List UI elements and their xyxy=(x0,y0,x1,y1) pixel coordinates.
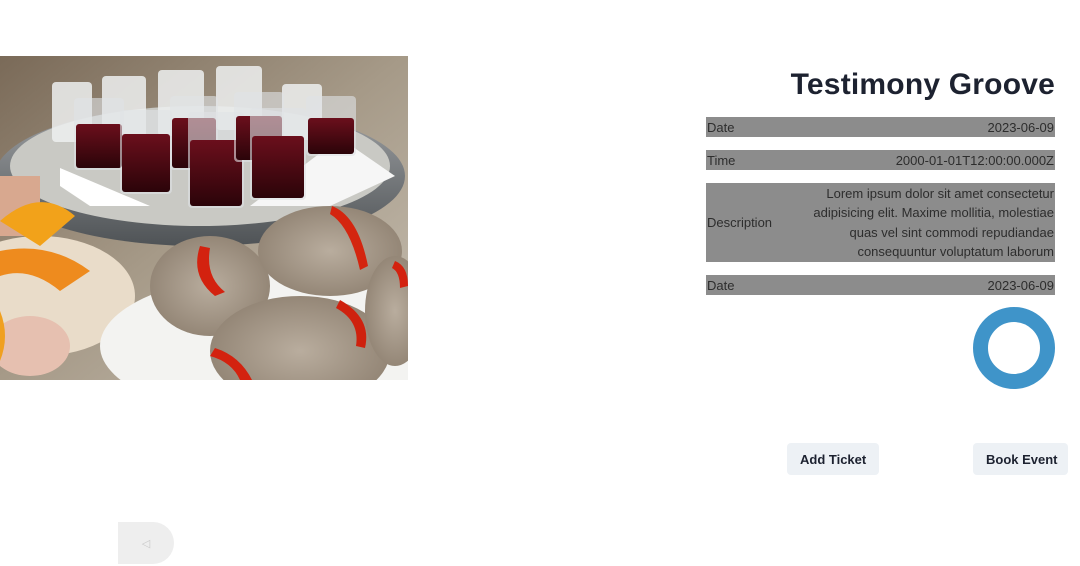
date-value-secondary: 2023-06-09 xyxy=(987,277,1055,293)
book-event-button[interactable]: Book Event xyxy=(973,443,1068,475)
back-button[interactable]: ◁ xyxy=(118,522,174,564)
description-row: Description Lorem ipsum dolor sit amet c… xyxy=(706,183,1055,262)
add-ticket-button[interactable]: Add Ticket xyxy=(787,443,879,475)
description-label: Description xyxy=(707,215,773,230)
date-row-secondary: Date 2023-06-09 xyxy=(706,275,1055,295)
time-row: Time 2000-01-01T12:00:00.000Z xyxy=(706,150,1055,170)
time-value: 2000-01-01T12:00:00.000Z xyxy=(895,152,1054,168)
date-label-secondary: Date xyxy=(707,277,735,293)
back-arrow-icon: ◁ xyxy=(141,536,151,550)
date-value: 2023-06-09 xyxy=(987,119,1055,135)
loading-spinner-icon xyxy=(973,307,1055,389)
description-value: Lorem ipsum dolor sit amet consectetur a… xyxy=(813,185,1054,260)
event-detail-page: Testimony Groove Date 2023-06-09 Time 20… xyxy=(0,0,1080,566)
date-label: Date xyxy=(707,119,735,135)
date-row: Date 2023-06-09 xyxy=(706,117,1055,137)
event-image xyxy=(0,56,408,380)
event-title: Testimony Groove xyxy=(790,68,1055,101)
time-label: Time xyxy=(707,152,736,168)
